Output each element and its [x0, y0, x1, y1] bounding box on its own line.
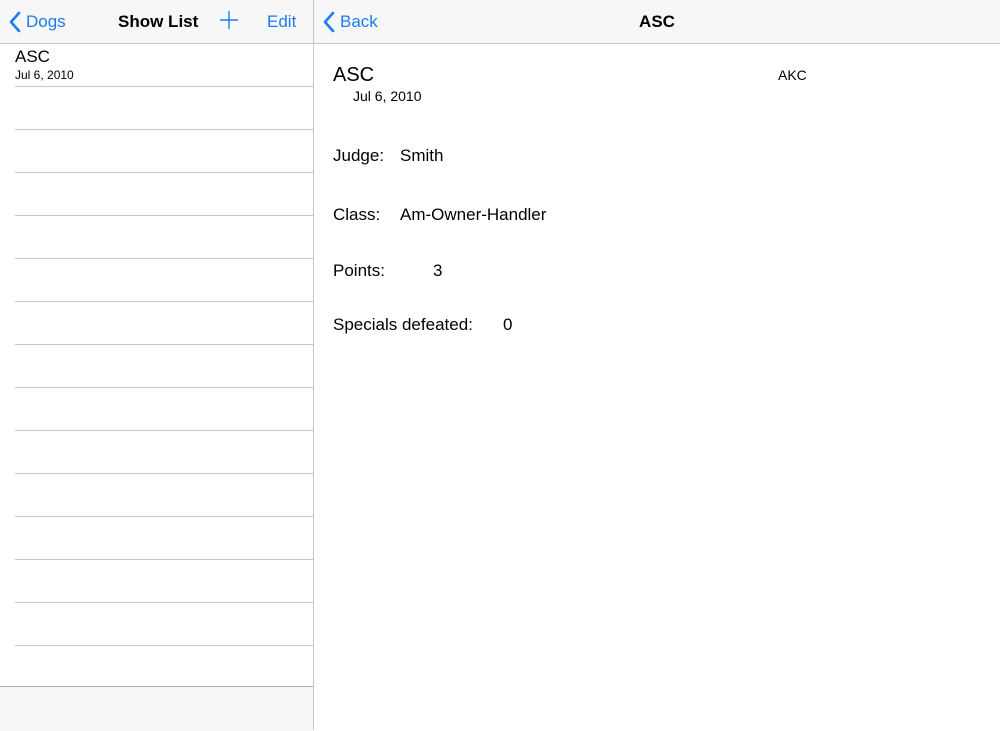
points-value: 3	[433, 261, 443, 280]
list-item[interactable]	[15, 560, 313, 603]
list-item[interactable]	[15, 474, 313, 517]
judge-value: Smith	[400, 146, 444, 165]
master-pane: Dogs Show List Edit ASC Jul 6, 2010	[0, 0, 313, 731]
list-item[interactable]	[15, 603, 313, 646]
show-date: Jul 6, 2010	[353, 88, 422, 104]
master-title: Show List	[118, 11, 199, 31]
edit-button[interactable]: Edit	[267, 0, 296, 43]
list-item[interactable]	[15, 431, 313, 474]
list-item[interactable]	[15, 388, 313, 431]
class-value: Am-Owner-Handler	[400, 205, 547, 224]
master-navbar: Dogs Show List Edit	[0, 0, 313, 44]
show-list: ASC Jul 6, 2010	[0, 44, 313, 689]
points-label: Points:	[333, 261, 385, 280]
detail-title: ASC	[639, 11, 675, 31]
plus-icon[interactable]	[219, 10, 239, 30]
list-item-subtitle: Jul 6, 2010	[15, 68, 74, 82]
list-item-title: ASC	[15, 47, 50, 66]
specials-defeated-value: 0	[503, 315, 513, 334]
specials-defeated-label: Specials defeated:	[333, 315, 473, 334]
detail-navbar: Back ASC	[314, 0, 1000, 44]
list-item[interactable]: ASC Jul 6, 2010	[15, 44, 313, 87]
list-item[interactable]	[15, 517, 313, 560]
chevron-left-icon	[9, 11, 21, 32]
list-item[interactable]	[15, 87, 313, 130]
list-item[interactable]	[15, 345, 313, 388]
bottom-toolbar	[0, 686, 313, 731]
list-item[interactable]	[15, 646, 313, 689]
dogs-back-button[interactable]: Dogs	[8, 0, 66, 43]
detail-pane: Back ASC ASC Jul 6, 2010 AKC Judge: Smit…	[314, 0, 1000, 730]
list-item[interactable]	[15, 130, 313, 173]
organization: AKC	[778, 67, 807, 83]
list-item[interactable]	[15, 259, 313, 302]
list-item[interactable]	[15, 302, 313, 345]
list-item[interactable]	[15, 216, 313, 259]
judge-label: Judge:	[333, 146, 385, 165]
show-name: ASC	[333, 64, 375, 86]
list-item[interactable]	[15, 173, 313, 216]
dogs-back-label: Dogs	[26, 11, 66, 31]
class-label: Class:	[333, 205, 381, 224]
